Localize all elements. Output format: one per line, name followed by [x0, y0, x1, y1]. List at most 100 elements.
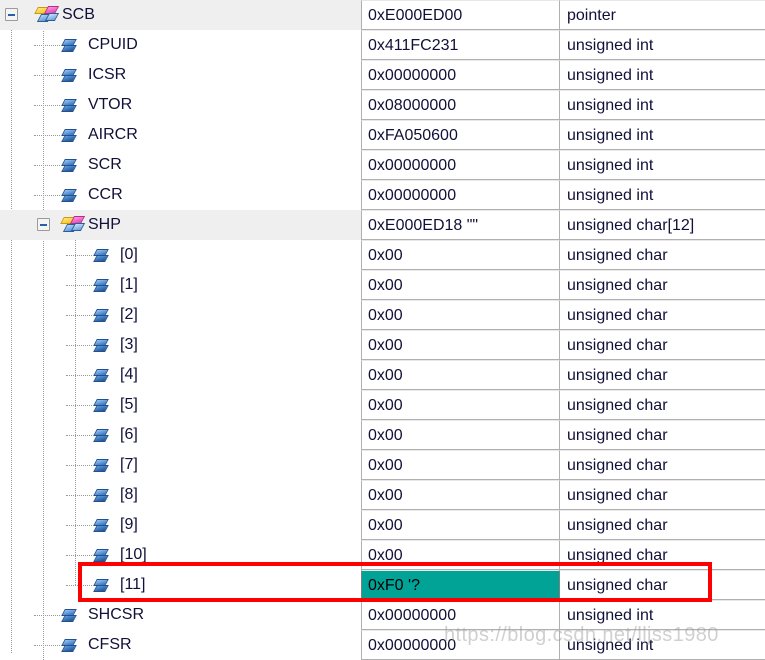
variable-name-label: AIRCR [88, 126, 138, 143]
variable-value-cell[interactable]: 0x00 [361, 270, 560, 300]
variable-name-cell[interactable]: CFSR [0, 630, 361, 660]
variable-name-cell[interactable]: [10] [0, 540, 361, 570]
table-row[interactable]: CPUID 0x411FC231 unsigned int [0, 30, 765, 60]
variable-value-cell[interactable]: 0x00000000 [361, 60, 560, 90]
table-row[interactable]: SCR 0x00000000 unsigned int [0, 150, 765, 180]
table-row[interactable]: SHCSR 0x00000000 unsigned int [0, 600, 765, 630]
variable-icon [61, 638, 77, 653]
variable-type-cell: unsigned int [560, 180, 765, 210]
table-row[interactable]: [5] 0x00 unsigned char [0, 390, 765, 420]
table-row[interactable]: [6] 0x00 unsigned char [0, 420, 765, 450]
variable-value-cell[interactable]: 0x00 [361, 330, 560, 360]
variable-type-cell: unsigned char [560, 480, 765, 510]
variable-value-cell[interactable]: 0x00 [361, 510, 560, 540]
variable-name-cell[interactable]: SHP [0, 210, 361, 240]
variable-value-cell[interactable]: 0x00 [361, 360, 560, 390]
variable-name-label: [0] [120, 246, 138, 263]
variable-name-cell[interactable]: [4] [0, 360, 361, 390]
variable-name-cell[interactable]: [11] [0, 570, 361, 600]
variable-type-cell: unsigned char [560, 570, 765, 600]
variable-value-cell[interactable]: 0xF0 '? [361, 570, 560, 600]
variable-name-label: VTOR [88, 96, 133, 113]
table-row[interactable]: VTOR 0x08000000 unsigned int [0, 90, 765, 120]
variable-name-label: [10] [120, 546, 147, 563]
variable-name-cell[interactable]: SHCSR [0, 600, 361, 630]
variable-name-cell[interactable]: CPUID [0, 30, 361, 60]
variable-value-cell[interactable]: 0xE000ED00 [361, 0, 560, 30]
variable-value-cell[interactable]: 0x411FC231 [361, 30, 560, 60]
variable-value-cell[interactable]: 0x00 [361, 450, 560, 480]
variable-name-cell[interactable]: [8] [0, 480, 361, 510]
table-row[interactable]: [1] 0x00 unsigned char [0, 270, 765, 300]
table-row[interactable]: [3] 0x00 unsigned char [0, 330, 765, 360]
variable-type-cell: unsigned char [560, 240, 765, 270]
variable-value-cell[interactable]: 0x00000000 [361, 600, 560, 630]
variable-name-cell[interactable]: [0] [0, 240, 361, 270]
table-row[interactable]: [4] 0x00 unsigned char [0, 360, 765, 390]
variable-type-cell: unsigned int [560, 150, 765, 180]
table-row[interactable]: SHP 0xE000ED18 "" unsigned char[12] [0, 210, 765, 240]
variable-icon [61, 98, 77, 113]
variable-name-cell[interactable]: [6] [0, 420, 361, 450]
variable-type-cell: unsigned int [560, 60, 765, 90]
variable-icon [93, 368, 109, 383]
variable-value-cell[interactable]: 0x00 [361, 420, 560, 450]
variable-type-cell: unsigned char [560, 300, 765, 330]
variable-value-cell[interactable]: 0x00000000 [361, 180, 560, 210]
variable-value-cell[interactable]: 0x00000000 [361, 150, 560, 180]
variable-type-cell: unsigned char [560, 420, 765, 450]
variable-value-cell[interactable]: 0x00000000 [361, 630, 560, 660]
variable-icon [93, 578, 109, 593]
variable-name-label: [7] [120, 456, 138, 473]
variable-type-cell: unsigned char [560, 270, 765, 300]
collapse-minus-icon[interactable] [5, 8, 18, 21]
table-row[interactable]: [0] 0x00 unsigned char [0, 240, 765, 270]
variable-type-cell: unsigned char [560, 390, 765, 420]
table-row[interactable]: ICSR 0x00000000 unsigned int [0, 60, 765, 90]
variable-icon [93, 428, 109, 443]
variable-name-cell[interactable]: [5] [0, 390, 361, 420]
variable-type-cell: unsigned char [560, 330, 765, 360]
variable-type-cell: unsigned int [560, 120, 765, 150]
table-row[interactable]: SCB 0xE000ED00 pointer [0, 0, 765, 30]
table-row[interactable]: [10] 0x00 unsigned char [0, 540, 765, 570]
variable-name-cell[interactable]: [9] [0, 510, 361, 540]
variable-name-cell[interactable]: ICSR [0, 60, 361, 90]
variable-type-cell: unsigned int [560, 600, 765, 630]
variable-name-label: CCR [88, 186, 123, 203]
variable-value-cell[interactable]: 0x08000000 [361, 90, 560, 120]
collapse-minus-icon[interactable] [37, 218, 50, 231]
variable-value-cell[interactable]: 0x00 [361, 480, 560, 510]
table-row[interactable]: CFSR 0x00000000 unsigned int [0, 630, 765, 660]
variable-icon [93, 458, 109, 473]
variable-name-cell[interactable]: [7] [0, 450, 361, 480]
variable-value-cell[interactable]: 0x00 [361, 390, 560, 420]
variable-name-cell[interactable]: VTOR [0, 90, 361, 120]
variable-name-cell[interactable]: [2] [0, 300, 361, 330]
variable-value-cell[interactable]: 0x00 [361, 240, 560, 270]
variable-name-cell[interactable]: CCR [0, 180, 361, 210]
table-row[interactable]: [9] 0x00 unsigned char [0, 510, 765, 540]
variable-name-label: SCB [62, 6, 95, 23]
table-row[interactable]: [7] 0x00 unsigned char [0, 450, 765, 480]
variable-icon [93, 398, 109, 413]
variable-name-cell[interactable]: SCB [0, 0, 361, 30]
variable-name-cell[interactable]: SCR [0, 150, 361, 180]
variable-value-cell[interactable]: 0x00 [361, 300, 560, 330]
table-row[interactable]: AIRCR 0xFA050600 unsigned int [0, 120, 765, 150]
variable-value-cell[interactable]: 0xE000ED18 "" [361, 210, 560, 240]
variable-name-cell[interactable]: [3] [0, 330, 361, 360]
variable-type-cell: unsigned char [560, 510, 765, 540]
variable-type-cell: unsigned char [560, 540, 765, 570]
table-row[interactable]: CCR 0x00000000 unsigned int [0, 180, 765, 210]
table-row[interactable]: [11] 0xF0 '? unsigned char [0, 570, 765, 600]
table-row[interactable]: [2] 0x00 unsigned char [0, 300, 765, 330]
variable-name-cell[interactable]: AIRCR [0, 120, 361, 150]
table-row[interactable]: [8] 0x00 unsigned char [0, 480, 765, 510]
debug-variables-view[interactable]: SCB 0xE000ED00 pointer CPUID 0x411FC231 unsig… [0, 0, 765, 660]
variable-name-cell[interactable]: [1] [0, 270, 361, 300]
struct-variable-icon [60, 216, 86, 234]
variable-value-cell[interactable]: 0xFA050600 [361, 120, 560, 150]
variable-value-cell[interactable]: 0x00 [361, 540, 560, 570]
variable-name-label: [4] [120, 366, 138, 383]
